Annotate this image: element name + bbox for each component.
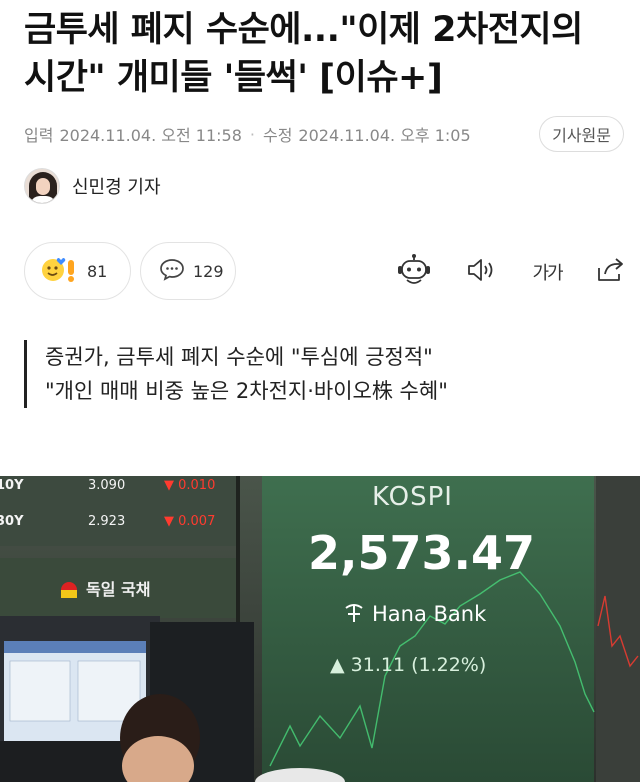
board-row-1-term: 10Y bbox=[0, 478, 24, 493]
author-name[interactable]: 신민경 기자 bbox=[72, 173, 161, 199]
board-row-2-value: 2.923 bbox=[88, 514, 126, 529]
article-meta: 입력 2024.11.04. 오전 11:58 · 수정 2024.11.04.… bbox=[24, 116, 624, 152]
ai-bot-button[interactable] bbox=[394, 252, 434, 292]
author-avatar bbox=[24, 168, 60, 204]
original-article-button[interactable]: 기사원문 bbox=[539, 116, 624, 152]
modified-date: 2024.11.04. 오후 1:05 bbox=[298, 126, 471, 145]
font-size-icon: 가가 bbox=[532, 263, 563, 284]
board-row-2-change: ▼ 0.007 bbox=[164, 514, 216, 529]
share-icon bbox=[595, 256, 625, 288]
article-action-bar: 81 129 가가 bbox=[24, 242, 628, 300]
hana-bank-logo-icon bbox=[342, 600, 366, 628]
board-row-1-value: 3.090 bbox=[88, 478, 126, 493]
summary-line-1: 증권가, 금투세 폐지 수순에 "투심에 긍정적" bbox=[45, 345, 433, 369]
meta-separator: · bbox=[249, 124, 255, 144]
speaker-icon bbox=[465, 256, 497, 288]
published-label: 입력 bbox=[24, 126, 54, 145]
board-row-2-term: 30Y bbox=[0, 514, 24, 529]
reaction-button[interactable]: 81 bbox=[24, 242, 131, 300]
kospi-label: KOSPI bbox=[372, 482, 453, 512]
kospi-change: ▲ 31.11 (1.22%) bbox=[330, 654, 487, 676]
font-size-button[interactable]: 가가 bbox=[524, 252, 570, 292]
listen-button[interactable] bbox=[461, 252, 501, 292]
board-row-1-change: ▼ 0.010 bbox=[164, 478, 216, 493]
emoji-reaction-icon bbox=[39, 254, 79, 288]
article-summary: 증권가, 금투세 폐지 수순에 "투심에 긍정적" "개인 매매 비중 높은 2… bbox=[24, 340, 614, 408]
kospi-value: 2,573.47 bbox=[308, 526, 535, 580]
ai-bot-icon bbox=[396, 253, 432, 291]
hana-bank-name: Hana Bank bbox=[372, 602, 487, 626]
modified-label: 수정 bbox=[262, 126, 293, 145]
published-date: 2024.11.04. 오전 11:58 bbox=[59, 126, 242, 145]
article-headline: 금투세 폐지 수순에..."이제 2차전지의 시간" 개미들 '들썩' [이슈+… bbox=[24, 10, 583, 98]
article-photo[interactable]: 10Y 3.090 ▼ 0.010 30Y 2.923 ▼ 0.007 독일 국… bbox=[0, 476, 640, 782]
author-row[interactable]: 신민경 기자 bbox=[24, 168, 161, 204]
comment-bubble-icon bbox=[159, 257, 185, 285]
comment-button[interactable]: 129 bbox=[140, 242, 236, 300]
german-bond-label: 독일 국채 bbox=[86, 580, 151, 599]
comment-count: 129 bbox=[193, 261, 224, 281]
reaction-count: 81 bbox=[87, 261, 108, 281]
summary-line-2: "개인 매매 비중 높은 2차전지·바이오株 수혜" bbox=[45, 379, 448, 403]
share-button[interactable] bbox=[590, 252, 630, 292]
